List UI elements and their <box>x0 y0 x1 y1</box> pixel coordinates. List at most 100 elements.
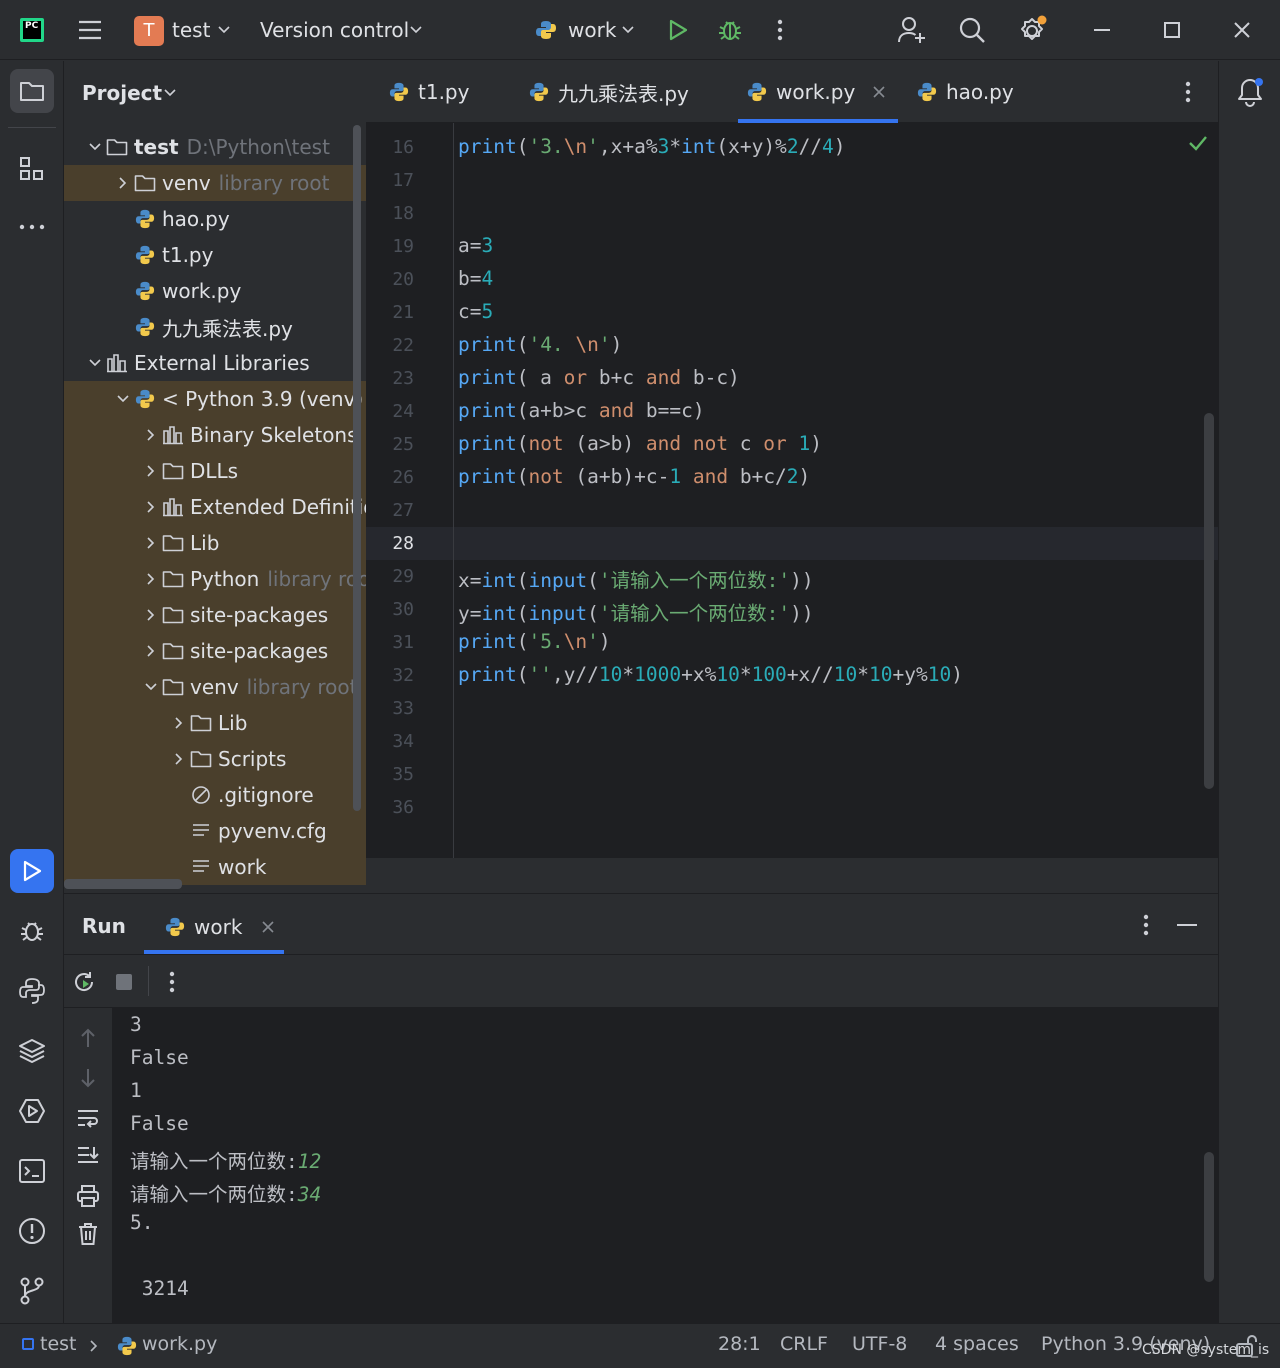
chevron-down-icon[interactable] <box>84 140 106 154</box>
notifications-icon[interactable] <box>1233 75 1267 109</box>
run-tab-work[interactable]: work <box>160 904 284 950</box>
python-console-icon[interactable] <box>16 975 48 1007</box>
soft-wrap-icon[interactable] <box>74 1104 102 1132</box>
no-problems-check-icon[interactable] <box>1186 131 1210 155</box>
settings-icon[interactable] <box>1014 12 1050 48</box>
tab-options-icon[interactable] <box>1178 79 1198 105</box>
debug-icon[interactable] <box>716 16 744 44</box>
tab-t1-py[interactable]: t1.py <box>386 61 469 123</box>
git-icon[interactable] <box>16 1275 48 1307</box>
tree-folder-lib[interactable]: Lib <box>64 525 366 561</box>
tree-root-test[interactable]: test D:\Python\test <box>64 129 366 165</box>
tab-hao-py[interactable]: hao.py <box>914 61 1014 123</box>
close-icon[interactable] <box>1228 16 1256 44</box>
breadcrumb-file[interactable]: work.py <box>142 1333 217 1355</box>
hide-panel-icon[interactable] <box>1174 912 1200 938</box>
chevron-down-icon[interactable] <box>162 85 178 101</box>
stop-icon[interactable] <box>110 968 138 996</box>
run-tool-button[interactable] <box>10 849 54 893</box>
file-encoding[interactable]: UTF-8 <box>852 1333 907 1355</box>
chevron-right-icon[interactable] <box>112 176 134 190</box>
search-icon[interactable] <box>956 14 988 46</box>
chevron-right-icon[interactable] <box>140 572 162 586</box>
tree-file-work-py[interactable]: work.py <box>64 273 366 309</box>
debug-icon[interactable] <box>16 915 48 947</box>
editor-scrollbar[interactable] <box>1204 413 1214 789</box>
rerun-icon[interactable] <box>70 968 98 996</box>
code-editor[interactable]: 16 17 18 19 20 21 22 23 24 25 26 27 28 29 30 31 32 33 34 35… <box>366 123 1218 858</box>
pycharm-logo[interactable]: PC <box>20 18 44 42</box>
chevron-down-icon[interactable] <box>84 356 106 370</box>
tree-folder-site-packages[interactable]: site-packages <box>64 633 366 669</box>
run-console-output[interactable]: 3 False 1 False 请输入一个两位数:12 请输入一个两位数:34 5. 321… <box>112 1007 1218 1323</box>
caret-position[interactable]: 28:1 <box>718 1333 761 1355</box>
chevron-right-icon[interactable] <box>140 608 162 622</box>
console-scrollbar[interactable] <box>1204 1152 1214 1282</box>
minimize-icon[interactable] <box>1088 16 1116 44</box>
maximize-icon[interactable] <box>1158 16 1186 44</box>
tree-file-gitignore[interactable]: .gitignore <box>64 777 366 813</box>
project-name[interactable]: test <box>172 18 210 42</box>
more-tools-icon[interactable] <box>16 213 48 241</box>
chevron-right-icon[interactable] <box>168 716 190 730</box>
chevron-right-icon[interactable] <box>140 428 162 442</box>
tree-folder-venv[interactable]: venv library root <box>64 165 366 201</box>
tree-binary-skeletons[interactable]: Binary Skeletons <box>64 417 366 453</box>
indent-setting[interactable]: 4 spaces <box>935 1333 1019 1355</box>
chevron-down-icon[interactable] <box>620 20 636 40</box>
print-icon[interactable] <box>74 1182 102 1210</box>
chevron-down-icon[interactable] <box>408 20 424 40</box>
tree-folder-dlls[interactable]: DLLs <box>64 453 366 489</box>
chevron-right-icon[interactable] <box>140 500 162 514</box>
vcs-menu[interactable]: Version control <box>260 18 409 42</box>
scroll-down-icon[interactable] <box>74 1064 102 1092</box>
services-icon[interactable] <box>16 1095 48 1127</box>
chevron-down-icon[interactable] <box>140 680 162 694</box>
tree-folder-venv[interactable]: venv library root <box>64 669 366 705</box>
chevron-right-icon[interactable] <box>168 752 190 766</box>
close-tab-icon[interactable] <box>869 82 889 102</box>
chevron-right-icon[interactable] <box>140 536 162 550</box>
line-ending[interactable]: CRLF <box>780 1333 828 1355</box>
problems-icon[interactable] <box>16 1215 48 1247</box>
right-tool-strip <box>1218 61 1280 1323</box>
main-menu-icon[interactable] <box>76 16 104 44</box>
project-badge[interactable]: T <box>134 16 164 46</box>
tree-file-multiplication-table-py[interactable]: 九九乘法表.py <box>64 309 366 345</box>
chevron-down-icon[interactable] <box>216 20 232 40</box>
tree-horizontal-scrollbar[interactable] <box>64 879 182 889</box>
close-tab-icon[interactable] <box>258 917 278 937</box>
tab-work-py[interactable]: work.py <box>744 61 889 123</box>
structure-icon[interactable] <box>16 153 48 185</box>
run-icon[interactable] <box>664 16 692 44</box>
more-actions-icon[interactable] <box>768 16 792 44</box>
terminal-icon[interactable] <box>16 1155 48 1187</box>
layers-icon[interactable] <box>16 1035 48 1067</box>
project-panel-title[interactable]: Project <box>82 81 162 105</box>
tree-folder-lib[interactable]: Lib <box>64 705 366 741</box>
tab-multiplication-table-py[interactable]: 九九乘法表.py <box>526 61 689 123</box>
tree-file-t1-py[interactable]: t1.py <box>64 237 366 273</box>
project-tool-button[interactable] <box>10 69 54 113</box>
tree-folder-site-packages[interactable]: site-packages <box>64 597 366 633</box>
run-options-icon[interactable] <box>1136 912 1156 938</box>
breadcrumb-project[interactable]: test <box>40 1333 77 1355</box>
more-actions-icon[interactable] <box>162 968 182 996</box>
scroll-up-icon[interactable] <box>74 1024 102 1052</box>
tree-external-libraries[interactable]: External Libraries <box>64 345 366 381</box>
run-config-selector[interactable]: work <box>568 18 616 42</box>
chevron-right-icon[interactable] <box>140 644 162 658</box>
line-number: 31 <box>392 632 414 653</box>
tree-file-pyvenv-cfg[interactable]: pyvenv.cfg <box>64 813 366 849</box>
tree-extended-definitions[interactable]: Extended Definitions <box>64 489 366 525</box>
tree-file-hao-py[interactable]: hao.py <box>64 201 366 237</box>
tree-python-sdk[interactable]: < Python 3.9 (venv) > <box>64 381 366 417</box>
trash-icon[interactable] <box>74 1220 102 1248</box>
add-user-icon[interactable] <box>896 14 928 46</box>
tree-folder-scripts[interactable]: Scripts <box>64 741 366 777</box>
tree-vertical-scrollbar[interactable] <box>353 125 361 811</box>
chevron-down-icon[interactable] <box>112 392 134 406</box>
scroll-to-end-icon[interactable] <box>74 1142 102 1170</box>
tree-folder-python[interactable]: Python library root <box>64 561 366 597</box>
chevron-right-icon[interactable] <box>140 464 162 478</box>
